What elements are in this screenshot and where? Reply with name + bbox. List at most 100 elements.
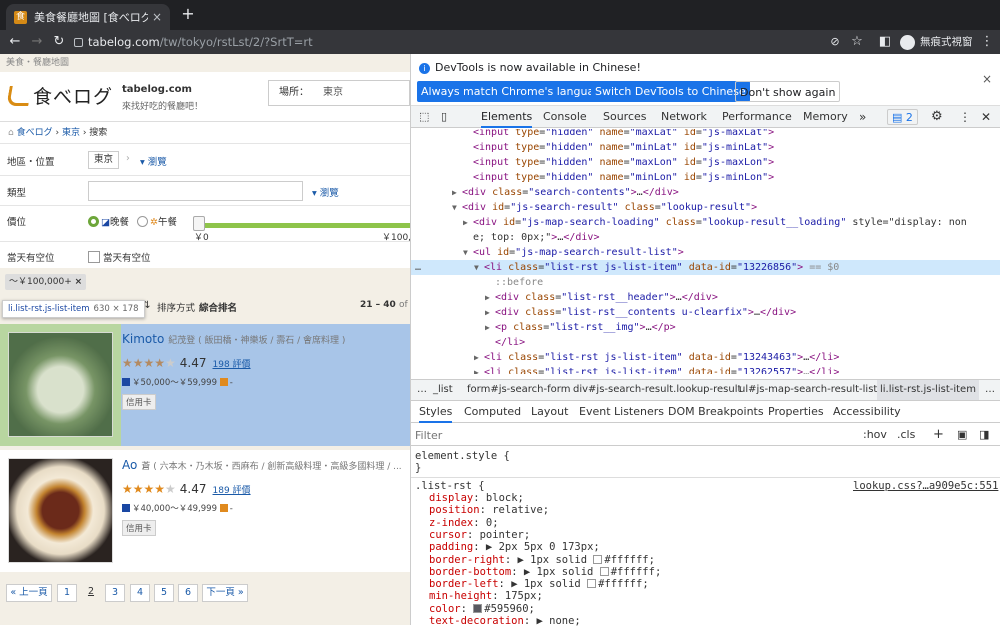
css-property[interactable]: min-height: 175px;: [429, 590, 543, 603]
devtools-close-icon[interactable]: ✕: [981, 106, 991, 128]
tab-computed[interactable]: Computed: [464, 401, 521, 423]
crumb-list[interactable]: _list: [433, 380, 453, 400]
tab-dom-breakpoints[interactable]: DOM Breakpoints: [668, 401, 764, 423]
dom-node[interactable]: <input type="hidden" name="minLat" id="j…: [411, 140, 1000, 155]
forward-icon[interactable]: →: [28, 33, 46, 51]
price-chip[interactable]: ～￥100,000+ ×: [5, 274, 87, 290]
tab-network[interactable]: Network: [661, 106, 707, 128]
crumb-more[interactable]: …: [985, 380, 995, 400]
settings-gear-icon[interactable]: ⚙: [931, 106, 943, 128]
more-tabs-icon[interactable]: »: [859, 106, 866, 128]
restaurant-photo[interactable]: [8, 332, 113, 437]
page-5[interactable]: 5: [154, 584, 174, 602]
restaurant-name[interactable]: Kimoto 紀茂登 ( 飯田橋・神樂坂 / 壽石 / 會席料理 ): [122, 332, 345, 346]
review-link[interactable]: 198 評價: [213, 360, 251, 370]
dom-node[interactable]: ▶ <li class="list-rst js-list-item" data-…: [411, 350, 1000, 365]
tab-event-listeners[interactable]: Event Listeners: [579, 401, 664, 423]
css-property[interactable]: text-decoration: ▶ none;: [429, 615, 581, 628]
sort-value[interactable]: 綜合排名: [199, 300, 237, 314]
expand-triangle-icon[interactable]: ▶: [452, 185, 457, 200]
color-swatch-icon[interactable]: [473, 603, 483, 613]
dom-node[interactable]: ▶ <div class="list-rst__header">…</div>: [411, 290, 1000, 305]
crumb-list-item[interactable]: li.list-rst.js-list-item: [877, 380, 979, 400]
hov-toggle[interactable]: :hov: [863, 424, 887, 446]
tab-styles[interactable]: Styles: [419, 401, 453, 423]
dom-node[interactable]: <input type="hidden" name="maxLat" id="j…: [411, 129, 1000, 140]
crumb-ellipsis[interactable]: …: [417, 380, 427, 400]
page-6[interactable]: 6: [178, 584, 198, 602]
color-swatch-icon[interactable]: [593, 554, 603, 564]
dom-node[interactable]: ▼ <div id="js-search-result" class="looku…: [411, 200, 1000, 215]
dom-node[interactable]: ▼ <ul id="js-map-search-result-list">: [411, 245, 1000, 260]
computed-toggle-icon[interactable]: ▣: [957, 424, 967, 446]
restaurant-photo[interactable]: [8, 458, 113, 563]
color-swatch-icon[interactable]: [587, 579, 597, 589]
css-property[interactable]: border-bottom: ▶ 1px solid #ffffff;: [429, 566, 661, 579]
rule-selector[interactable]: .list-rst {: [415, 480, 485, 493]
restaurant-card[interactable]: Ao 蒼 ( 六本木・乃木坂・西麻布 / 創新高級料理・高級多國料理 / ... …: [0, 450, 410, 572]
css-property[interactable]: border-right: ▶ 1px solid #ffffff;: [429, 554, 655, 567]
dom-node[interactable]: ▶ <div class="list-rst__contents u-clearf…: [411, 305, 1000, 320]
eye-off-icon[interactable]: ⊘: [826, 33, 844, 51]
device-toggle-icon[interactable]: ▯: [441, 106, 447, 128]
restaurant-name[interactable]: Ao 蒼 ( 六本木・乃木坂・西麻布 / 創新高級料理・高級多國料理 / ...: [122, 458, 402, 472]
page-1[interactable]: 1: [57, 584, 77, 602]
collapse-triangle-icon[interactable]: ▼: [452, 200, 457, 215]
switch-chinese-button[interactable]: Switch DevTools to Chinese: [591, 81, 750, 102]
tab-console[interactable]: Console: [543, 106, 587, 128]
dom-node[interactable]: <input type="hidden" name="minLon" id="j…: [411, 170, 1000, 185]
new-rule-icon[interactable]: +: [933, 424, 944, 446]
restaurant-card[interactable]: Kimoto 紀茂登 ( 飯田橋・神樂坂 / 壽石 / 會席料理 ) ★★★★★ 4…: [0, 324, 410, 446]
css-property[interactable]: display: block;: [429, 492, 524, 505]
cls-toggle[interactable]: .cls: [897, 424, 915, 446]
dont-show-button[interactable]: Don't show again: [735, 81, 841, 102]
tab-memory[interactable]: Memory: [803, 106, 848, 128]
css-property[interactable]: position: relative;: [429, 504, 549, 517]
element-style-open[interactable]: element.style {: [415, 450, 510, 463]
tab-performance[interactable]: Performance: [722, 106, 792, 128]
collapse-triangle-icon[interactable]: ▼: [474, 260, 479, 275]
prev-page-button[interactable]: « 上一頁: [6, 584, 52, 602]
dom-node[interactable]: <input type="hidden" name="maxLon" id="j…: [411, 155, 1000, 170]
page-3[interactable]: 3: [105, 584, 125, 602]
review-link[interactable]: 189 評價: [213, 486, 251, 496]
expand-triangle-icon[interactable]: ▶: [474, 365, 479, 374]
dom-node[interactable]: ▶ <li class="list-rst js-list-item" data-…: [411, 365, 1000, 374]
banner-close-icon[interactable]: ×: [982, 72, 992, 86]
rule-source-link[interactable]: lookup.css?…a909e5c:551: [853, 480, 998, 493]
incognito-indicator[interactable]: 無痕式視窗: [900, 34, 973, 50]
expand-triangle-icon[interactable]: ▶: [485, 290, 490, 305]
dom-node[interactable]: ▶ <p class="list-rst__img">…</p>: [411, 320, 1000, 335]
tab-layout[interactable]: Layout: [531, 401, 568, 423]
page-4[interactable]: 4: [130, 584, 150, 602]
css-property[interactable]: z-index: 0;: [429, 517, 499, 530]
crumb-search-result[interactable]: div#js-search-result.lookup-result: [573, 380, 741, 400]
sidebar-toggle-icon[interactable]: ◨: [979, 424, 989, 446]
css-property[interactable]: border-left: ▶ 1px solid #ffffff;: [429, 578, 649, 591]
color-swatch-icon[interactable]: [599, 566, 609, 576]
dom-node[interactable]: ::before: [411, 275, 1000, 290]
css-property[interactable]: color: #595960;: [429, 603, 535, 616]
issues-badge[interactable]: ▤ 2: [887, 109, 918, 125]
back-icon[interactable]: ←: [6, 33, 24, 51]
star-icon[interactable]: ☆: [848, 33, 866, 51]
inspect-icon[interactable]: ⬚: [419, 106, 429, 128]
tab-elements[interactable]: Elements: [481, 106, 533, 128]
dom-node-selected[interactable]: … ▼ <li class="list-rst js-list-item" data…: [411, 260, 1000, 275]
devtools-menu-icon[interactable]: ⋮: [959, 106, 971, 128]
collapse-triangle-icon[interactable]: ▼: [463, 245, 468, 260]
styles-filter-input[interactable]: [415, 427, 815, 443]
expand-triangle-icon[interactable]: ▶: [474, 350, 479, 365]
tab-accessibility[interactable]: Accessibility: [833, 401, 901, 423]
address-bar[interactable]: tabelog.com/tw/tokyo/rstLst/2/?SrtT=rt: [74, 33, 814, 51]
browser-tab[interactable]: 食 美食餐廳地圖 [食べログ] ×: [6, 4, 170, 30]
kebab-icon[interactable]: ⋮: [978, 33, 996, 51]
expand-triangle-icon[interactable]: ▶: [485, 320, 490, 335]
node-actions-icon[interactable]: …: [415, 260, 421, 275]
crumb-form[interactable]: form#js-search-form: [467, 380, 570, 400]
sidebar-icon[interactable]: ◧: [876, 33, 894, 51]
tab-properties[interactable]: Properties: [768, 401, 824, 423]
css-property[interactable]: padding: ▶ 2px 5px 0 173px;: [429, 541, 600, 554]
tab-sources[interactable]: Sources: [603, 106, 647, 128]
css-property[interactable]: cursor: pointer;: [429, 529, 530, 542]
